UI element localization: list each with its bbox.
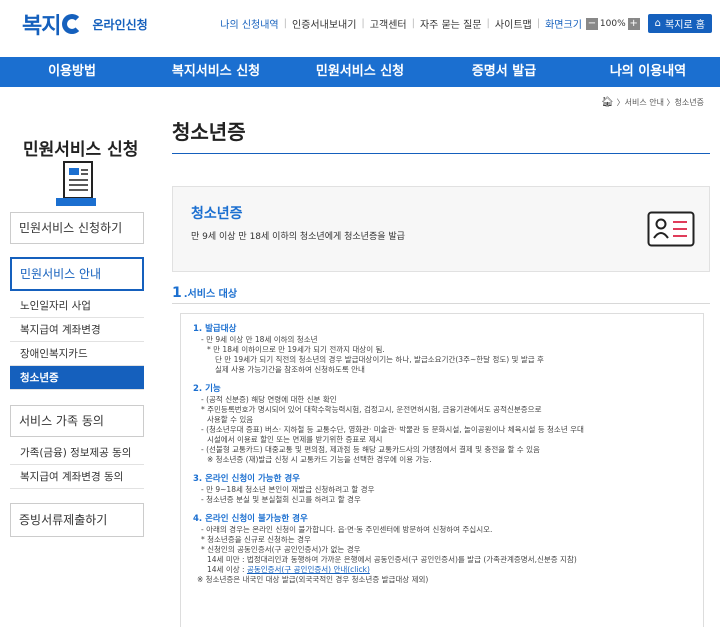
logo-subtitle: 온라인신청 [92, 17, 148, 32]
separator: | [283, 18, 288, 29]
sidebar-menu-submit-docs-label: 증빙서류제출하기 [19, 513, 108, 527]
welfare-home-button[interactable]: ⌂ 복지로 홈 [647, 14, 712, 33]
breadcrumb: 🏠︎ 〉서비스 안내 〉청소년증 [601, 97, 704, 108]
nav-usage-guide[interactable]: 이용방법 [0, 57, 144, 87]
sidebar-item-senior-job[interactable]: 노인일자리 사업 [10, 294, 144, 318]
nav-welfare-service[interactable]: 복지서비스 신청 [144, 57, 288, 87]
block-line: - (선불형 교통카드) 대중교통 및 편의점, 제과점 등 해당 교통카드사의… [201, 445, 540, 454]
intro-box: 청소년증 만 9세 이상 만 18세 이하의 청소년에게 청소년증을 발급 [172, 186, 710, 272]
section-divider [172, 303, 710, 304]
sidebar-title: 민원서비스 신청 [23, 140, 139, 160]
intro-description: 만 9세 이상 만 18세 이하의 청소년에게 청소년증을 발급 [191, 232, 405, 242]
block-line: * 청소년증을 신규로 신청하는 경우 [201, 535, 311, 544]
sitemap-link[interactable]: 사이트맵 [495, 16, 532, 31]
nav-civil-service[interactable]: 민원서비스 신청 [288, 57, 432, 87]
section-header: 1 .서비스 대상 [172, 285, 237, 301]
faq-link[interactable]: 자주 묻는 질문 [420, 16, 482, 31]
service-content-box: 1. 발급대상 - 만 9세 이상 만 18세 이하의 청소년 * 만 18세 … [180, 313, 704, 627]
sidebar-item-disability-card[interactable]: 장애인복지카드 [10, 342, 144, 366]
content-block-online-impossible: 4. 온라인 신청이 불가능한 경우 - 아래의 경우는 온라인 신청이 불가합… [193, 514, 691, 585]
sidebar-item-financial-consent[interactable]: 가족(금융) 정보제공 동의 [10, 441, 144, 465]
block-line: - (공적 신분증) 해당 연령에 대한 신분 확인 [201, 395, 337, 404]
block-title: 2. 기능 [193, 384, 221, 394]
separator: | [361, 18, 365, 29]
section-number: 1 [172, 285, 182, 301]
separator: | [536, 18, 541, 29]
export-certificate-link[interactable]: 인증서내보내기 [292, 16, 356, 31]
certificate-guide-link[interactable]: 공동인증서(구 공인인증서) 안내(click) [247, 565, 370, 574]
content-block-online-possible: 3. 온라인 신청이 가능한 경우 - 만 9~18세 청소년 본인이 재발급 … [193, 474, 691, 505]
sidebar-item-account-consent[interactable]: 복지급여 계좌변경 동의 [10, 465, 144, 489]
block-line: - 만 9세 이상 만 18세 이하의 청소년 [201, 335, 318, 344]
block-line: - (청소년우대 증표) 버스· 지하철 등 교통수단, 영화관· 미술관· 박… [201, 425, 584, 434]
main-nav: 이용방법 복지서비스 신청 민원서비스 신청 증명서 발급 나의 이용내역 [0, 57, 720, 87]
sidebar-item-account-change[interactable]: 복지급여 계좌변경 [10, 318, 144, 342]
block-line: * 주민등록번호가 명시되어 있어 대학수학능력시험, 검정고시, 운전면허시험… [201, 405, 542, 414]
block-line: * 만 18세 이하이므로 만 19세가 되기 전까지 대상이 됨. [207, 345, 385, 354]
nav-my-history[interactable]: 나의 이용내역 [576, 57, 720, 87]
logo-text: 복지 [22, 14, 61, 39]
my-applications-link[interactable]: 나의 신청내역 [220, 16, 278, 31]
zoom-value: 100% [599, 18, 626, 29]
customer-center-link[interactable]: 고객센터 [370, 16, 407, 31]
document-icon [56, 161, 96, 206]
block-line: ※ 청소년증 (재)발급 신청 시 교통카드 기능을 선택한 경우에 이용 가능… [207, 455, 432, 464]
nav-certificate[interactable]: 증명서 발급 [432, 57, 576, 87]
block-line: 단 만 19세가 되기 직전의 청소년의 경우 발급대상이기는 하나, 발급소요… [215, 355, 544, 364]
sidebar-sub-list-2: 가족(금융) 정보제공 동의 복지급여 계좌변경 동의 [10, 441, 144, 489]
id-card-icon [647, 211, 695, 247]
logo-mark-icon [62, 14, 83, 34]
separator: | [411, 18, 415, 29]
block-note: ※ 청소년증은 내국인 대상 발급(외국국적인 경우 청소년증 발급대상 제외) [197, 575, 429, 584]
title-divider [172, 153, 710, 154]
block-line: 실제 사용 가능기간을 참조하여 신청하도록 안내 [215, 365, 365, 374]
content-block-target: 1. 발급대상 - 만 9세 이상 만 18세 이하의 청소년 * 만 18세 … [193, 324, 691, 375]
zoom-out-button[interactable]: − [585, 17, 598, 30]
sidebar-menu-apply[interactable]: 민원서비스 신청하기 [10, 212, 144, 244]
home-icon: ⌂ [654, 18, 662, 29]
block-title: 1. 발급대상 [193, 324, 237, 334]
block-line: 시설에서 이용료 할인 또는 면제를 받기위한 증표로 제시 [207, 435, 383, 444]
breadcrumb-path: 〉서비스 안내 〉청소년증 [616, 98, 704, 107]
header: 복지 온라인신청 나의 신청내역 | 인증서내보내기 | 고객센터 | 자주 묻… [0, 0, 720, 56]
page-title: 청소년증 [172, 120, 246, 144]
sidebar-menu-guide-label: 민원서비스 안내 [20, 267, 102, 281]
home-icon[interactable]: 🏠︎ [601, 97, 614, 108]
block-line: - 아래의 경우는 온라인 신청이 불가합니다. 읍·면·동 주민센터에 방문하… [201, 525, 493, 534]
utility-bar: 나의 신청내역 | 인증서내보내기 | 고객센터 | 자주 묻는 질문 | 사이… [220, 14, 712, 33]
sidebar-menu-submit-docs[interactable]: 증빙서류제출하기 [10, 503, 144, 537]
block-line: - 만 9~18세 청소년 본인이 재발급 신청하려고 할 경우 [201, 485, 375, 494]
block-line: 14세 미만 : 법정대리인과 동행하여 가까운 은행에서 공동인증서(구 공인… [207, 555, 577, 564]
sidebar-item-youth-card[interactable]: 청소년증 [10, 366, 144, 390]
block-line-with-link: 14세 이상 : 공동인증서(구 공인인증서) 안내(click) [193, 565, 691, 575]
sidebar-menu-family-consent[interactable]: 서비스 가족 동의 [10, 405, 144, 437]
intro-title: 청소년증 [191, 206, 243, 222]
sidebar-sub-list: 노인일자리 사업 복지급여 계좌변경 장애인복지카드 청소년증 [10, 294, 144, 390]
block-line: * 신청인의 공동인증서(구 공인인증서)가 없는 경우 [201, 545, 361, 554]
content-block-function: 2. 기능 - (공적 신분증) 해당 연령에 대한 신분 확인 * 주민등록번… [193, 384, 691, 465]
sidebar-menu-apply-label: 민원서비스 신청하기 [19, 221, 123, 235]
block-title: 4. 온라인 신청이 불가능한 경우 [193, 514, 308, 524]
block-line: 사용할 수 있음 [207, 415, 254, 424]
zoom-label: 화면크기 [545, 20, 582, 31]
sidebar-menu-family-consent-label: 서비스 가족 동의 [19, 414, 104, 428]
link-line-prefix: 14세 이상 : [207, 565, 247, 574]
site-logo[interactable]: 복지 온라인신청 [22, 8, 148, 40]
section-label: .서비스 대상 [183, 289, 238, 300]
sidebar-menu-guide[interactable]: 민원서비스 안내 [10, 257, 144, 291]
zoom-control: − 100% + [585, 17, 640, 30]
zoom-in-button[interactable]: + [627, 17, 640, 30]
block-line: - 청소년증 분실 및 분실철회 신고를 하려고 할 경우 [201, 495, 361, 504]
separator: | [486, 18, 490, 29]
home-button-label: 복지로 홈 [665, 20, 705, 31]
block-title: 3. 온라인 신청이 가능한 경우 [193, 474, 301, 484]
